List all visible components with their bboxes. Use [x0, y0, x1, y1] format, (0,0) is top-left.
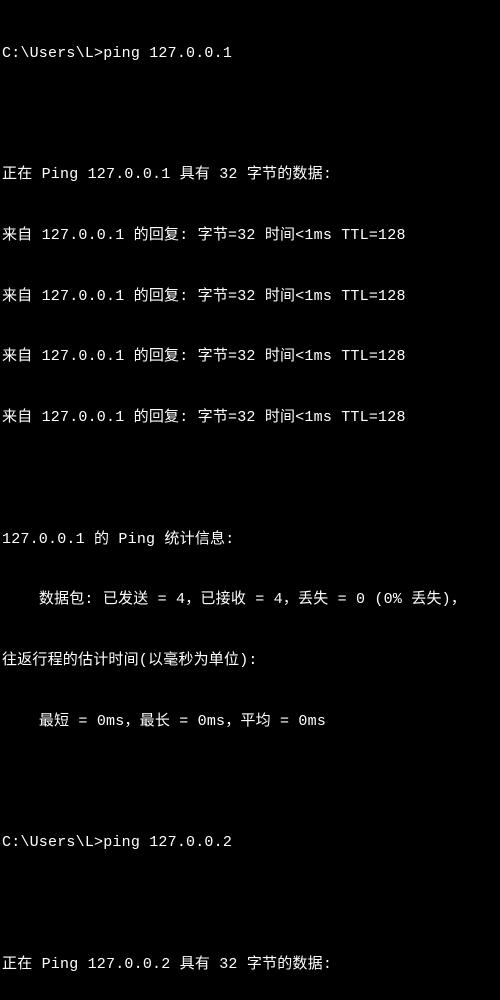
command-text: ping 127.0.0.2: [103, 834, 232, 851]
ping-rtt-values: 最短 = 0ms，最长 = 0ms，平均 = 0ms: [2, 712, 498, 732]
terminal-output[interactable]: C:\Users\L>ping 127.0.0.1 正在 Ping 127.0.…: [2, 3, 498, 1000]
blank-line: [2, 104, 498, 124]
ping-rtt-header: 往返行程的估计时间(以毫秒为单位):: [2, 651, 498, 671]
prompt-line: C:\Users\L>ping 127.0.0.1: [2, 44, 498, 64]
blank-line: [2, 894, 498, 914]
ping-stats-header: 127.0.0.1 的 Ping 统计信息:: [2, 530, 498, 550]
ping-reply: 来自 127.0.0.1 的回复: 字节=32 时间<1ms TTL=128: [2, 347, 498, 367]
ping-header: 正在 Ping 127.0.0.1 具有 32 字节的数据:: [2, 165, 498, 185]
prompt-line: C:\Users\L>ping 127.0.0.2: [2, 833, 498, 853]
blank-line: [2, 773, 498, 793]
ping-reply: 来自 127.0.0.1 的回复: 字节=32 时间<1ms TTL=128: [2, 226, 498, 246]
ping-stats-packets: 数据包: 已发送 = 4，已接收 = 4，丢失 = 0 (0% 丢失)，: [2, 590, 498, 610]
ping-reply: 来自 127.0.0.1 的回复: 字节=32 时间<1ms TTL=128: [2, 408, 498, 428]
prompt-path: C:\Users\L>: [2, 45, 103, 62]
ping-reply: 来自 127.0.0.1 的回复: 字节=32 时间<1ms TTL=128: [2, 287, 498, 307]
prompt-path: C:\Users\L>: [2, 834, 103, 851]
blank-line: [2, 469, 498, 489]
command-text: ping 127.0.0.1: [103, 45, 232, 62]
ping-header: 正在 Ping 127.0.0.2 具有 32 字节的数据:: [2, 955, 498, 975]
